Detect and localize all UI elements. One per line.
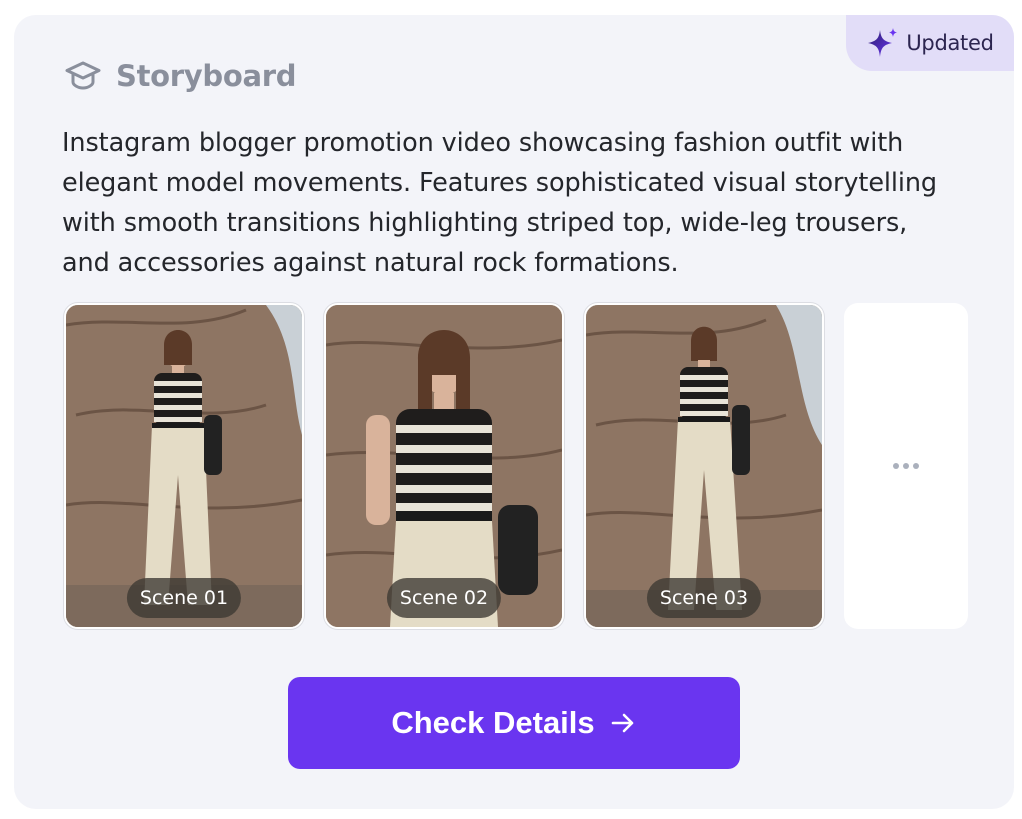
scene-thumbnail[interactable]: Scene 03 <box>584 303 824 629</box>
more-scenes-tile[interactable] <box>844 303 968 629</box>
card-header: Storyboard <box>64 59 297 93</box>
card-title: Storyboard <box>116 59 297 93</box>
scene-label: Scene 02 <box>386 578 502 618</box>
check-details-button[interactable]: Check Details <box>288 677 740 769</box>
storyboard-description: Instagram blogger promotion video showca… <box>62 128 938 278</box>
arrow-right-icon <box>611 713 633 733</box>
sparkle-icon <box>868 28 898 57</box>
storyboard-card: Updated Storyboard Instagram blogger pro… <box>14 15 1014 809</box>
badge-label: Updated <box>906 31 994 55</box>
scene-label: Scene 03 <box>646 578 762 618</box>
more-horizontal-icon <box>893 463 919 469</box>
graduation-cap-icon <box>65 61 101 90</box>
scene-label: Scene 01 <box>126 578 242 618</box>
scene-thumbnail[interactable]: Scene 01 <box>64 303 304 629</box>
check-details-label: Check Details <box>391 705 595 740</box>
scene-thumbnail[interactable]: Scene 02 <box>324 303 564 629</box>
updated-badge: Updated <box>846 15 1014 71</box>
scene-strip: Scene 01 Scene 02 Scene 03 <box>64 303 968 629</box>
